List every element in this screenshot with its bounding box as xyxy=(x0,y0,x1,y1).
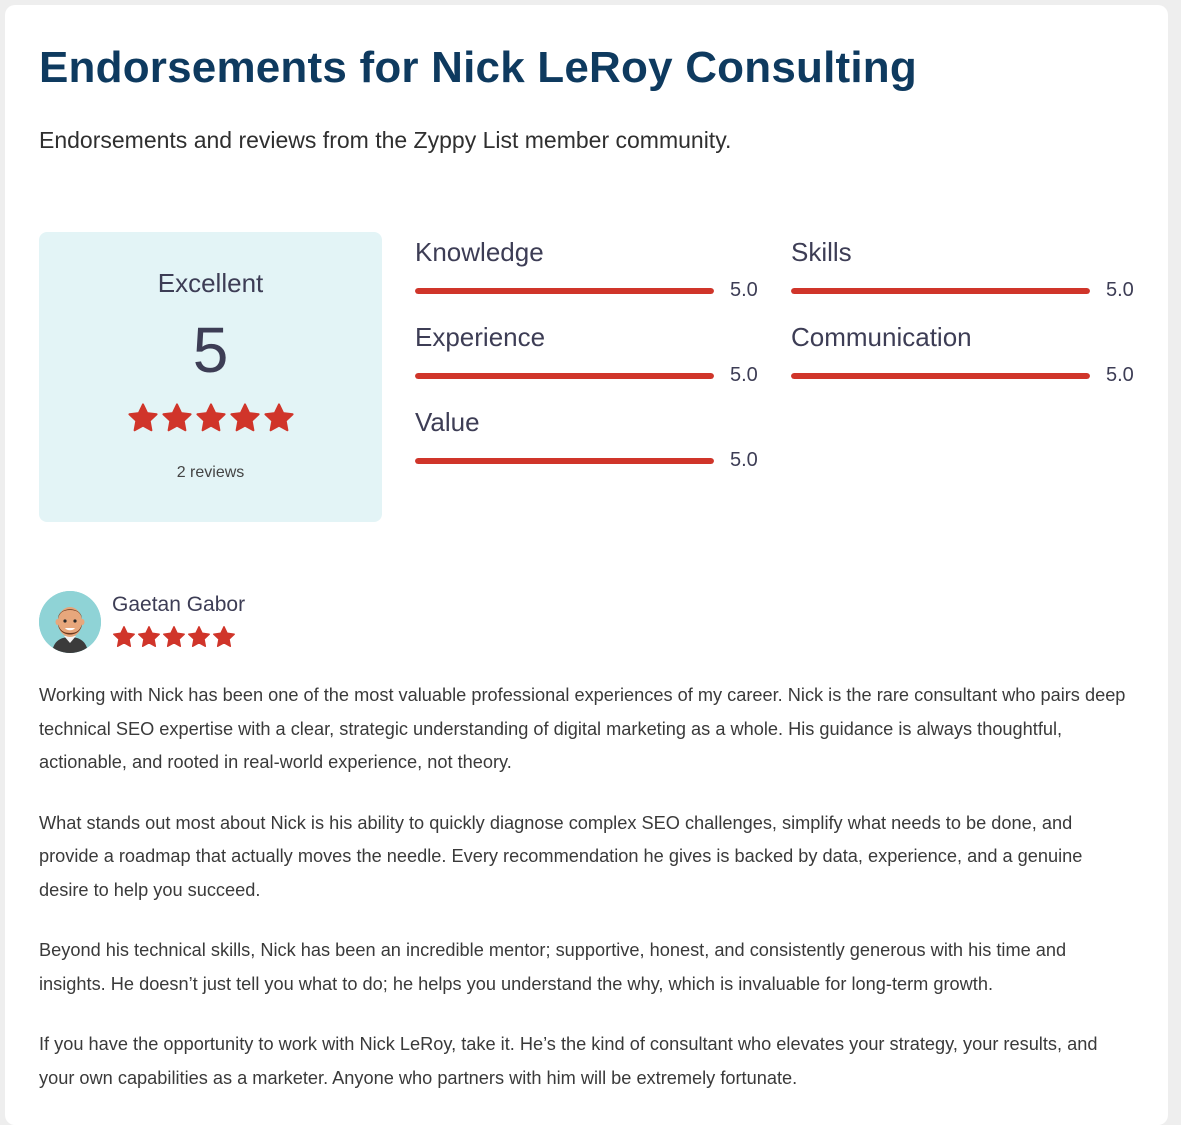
metric-value: 5.0 xyxy=(730,364,758,386)
summary-score: 5 xyxy=(192,314,229,386)
summary-stars xyxy=(39,402,382,434)
metric-bar xyxy=(791,288,1090,294)
metric-bar-fill xyxy=(415,373,714,379)
metric-knowledge: Knowledge 5.0 xyxy=(415,237,760,307)
star-icon xyxy=(161,403,192,432)
metric-bar-fill xyxy=(415,288,714,294)
star-icon xyxy=(263,403,294,432)
star-icon xyxy=(213,626,235,647)
metric-communication: Communication 5.0 xyxy=(791,322,1136,392)
page-subtitle: Endorsements and reviews from the Zyppy … xyxy=(39,127,732,153)
endorsements-card: Endorsements for Nick LeRoy Consulting E… xyxy=(5,5,1168,1125)
metric-value: 5.0 xyxy=(730,449,758,471)
review-paragraph: If you have the opportunity to work with… xyxy=(39,1034,1098,1088)
reviewer-avatar xyxy=(39,591,101,653)
metric-value: 5.0 xyxy=(730,279,758,301)
reviewer-name: Gaetan Gabor xyxy=(112,593,246,616)
metric-bar-fill xyxy=(791,288,1090,294)
metric-bar xyxy=(791,373,1090,379)
review-text: Working with Nick has been one of the mo… xyxy=(39,679,1134,1122)
metric-value-rating: Value 5.0 xyxy=(415,407,760,477)
metric-label: Experience xyxy=(415,322,546,352)
metric-bar-fill xyxy=(415,458,714,464)
metric-value: 5.0 xyxy=(1106,279,1134,301)
star-icon xyxy=(163,626,185,647)
review-paragraph: Working with Nick has been one of the mo… xyxy=(39,685,1126,772)
review-paragraph: Beyond his technical skills, Nick has be… xyxy=(39,940,1067,994)
metric-label: Value xyxy=(415,407,480,437)
star-icon xyxy=(195,403,226,432)
star-icon xyxy=(138,626,160,647)
metric-bar xyxy=(415,373,714,379)
metric-label: Knowledge xyxy=(415,237,544,267)
review-count: 2 reviews xyxy=(176,464,245,481)
review-paragraph: What stands out most about Nick is his a… xyxy=(39,812,1083,900)
metric-skills: Skills 5.0 xyxy=(791,237,1136,307)
metric-bar xyxy=(415,458,714,464)
metric-label: Communication xyxy=(791,322,972,352)
metric-value: 5.0 xyxy=(1106,364,1134,386)
metric-experience: Experience 5.0 xyxy=(415,322,760,392)
star-icon xyxy=(229,403,260,432)
star-icon xyxy=(188,626,210,647)
star-icon xyxy=(127,403,158,432)
metric-label: Skills xyxy=(791,237,852,267)
avatar-illustration xyxy=(39,591,101,653)
rating-summary: Excellent 5 2 reviews xyxy=(39,232,382,522)
summary-rating-label: Excellent xyxy=(157,268,264,298)
star-icon xyxy=(113,626,135,647)
metric-bar-fill xyxy=(791,373,1090,379)
page-title: Endorsements for Nick LeRoy Consulting xyxy=(39,43,917,92)
metric-bar xyxy=(415,288,714,294)
reviewer-stars xyxy=(112,625,236,649)
